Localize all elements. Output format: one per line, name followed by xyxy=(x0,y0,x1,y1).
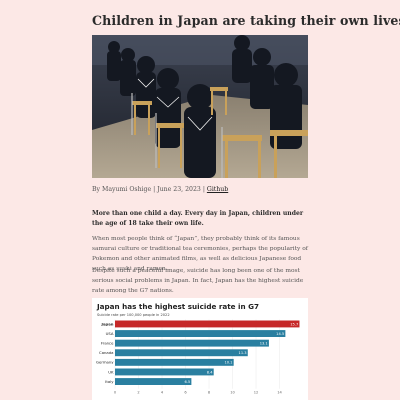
data-label: 15.7 xyxy=(290,322,298,326)
x-tick-label: 0 xyxy=(114,391,117,395)
bar xyxy=(115,349,248,357)
author-name: By Mayumi Oshige xyxy=(92,186,152,193)
bar xyxy=(115,339,269,347)
article-title: Children in Japan are taking their own l… xyxy=(92,13,400,28)
data-label: 8.4 xyxy=(207,370,213,374)
byline: By Mayumi Oshige | June 23, 2023 | Githu… xyxy=(92,186,228,193)
data-label: 13.1 xyxy=(260,341,268,345)
bar xyxy=(115,378,192,385)
data-label: 10.1 xyxy=(224,361,232,365)
bar xyxy=(115,330,286,337)
category-label: Italy xyxy=(105,379,114,384)
body-paragraph: Despite such a peaceful image, suicide h… xyxy=(92,268,304,294)
data-label: 11.3 xyxy=(239,351,247,355)
x-tick-label: 4 xyxy=(161,391,164,395)
category-label: France xyxy=(101,340,114,345)
byline-separator: | xyxy=(153,186,156,193)
suicide-rate-chart: Japan has the highest suicide rate in G7… xyxy=(92,298,308,400)
category-label: USA xyxy=(106,331,114,336)
bar-chart-svg: 0 2 4 6 8 10 12 14 Japan 15.7 USA 14.5 France 13.1 Can… xyxy=(96,319,300,395)
github-link[interactable]: Github xyxy=(207,186,228,193)
data-label: 6.5 xyxy=(184,380,190,384)
publish-date: June 23, 2023 xyxy=(157,186,201,193)
x-tick-label: 14 xyxy=(277,391,282,395)
category-label: Japan xyxy=(101,321,114,326)
category-label: UK xyxy=(108,369,114,374)
x-tick-label: 12 xyxy=(254,391,259,395)
article-page: Children in Japan are taking their own l… xyxy=(0,0,400,400)
category-label: Canada xyxy=(99,350,113,355)
hero-image xyxy=(92,35,308,178)
byline-separator: | xyxy=(202,186,205,193)
students-in-classroom-photo xyxy=(92,35,308,178)
x-tick-label: 10 xyxy=(230,391,235,395)
lead-paragraph: More than one child a day. Every day in … xyxy=(92,210,304,227)
x-tick-label: 8 xyxy=(208,391,211,395)
bar xyxy=(115,358,234,366)
bar xyxy=(115,368,214,376)
x-tick-label: 6 xyxy=(184,391,187,395)
category-label: Germany xyxy=(96,360,114,365)
x-tick-label: 2 xyxy=(137,391,139,395)
data-label: 14.5 xyxy=(276,332,284,336)
bar xyxy=(115,320,300,328)
